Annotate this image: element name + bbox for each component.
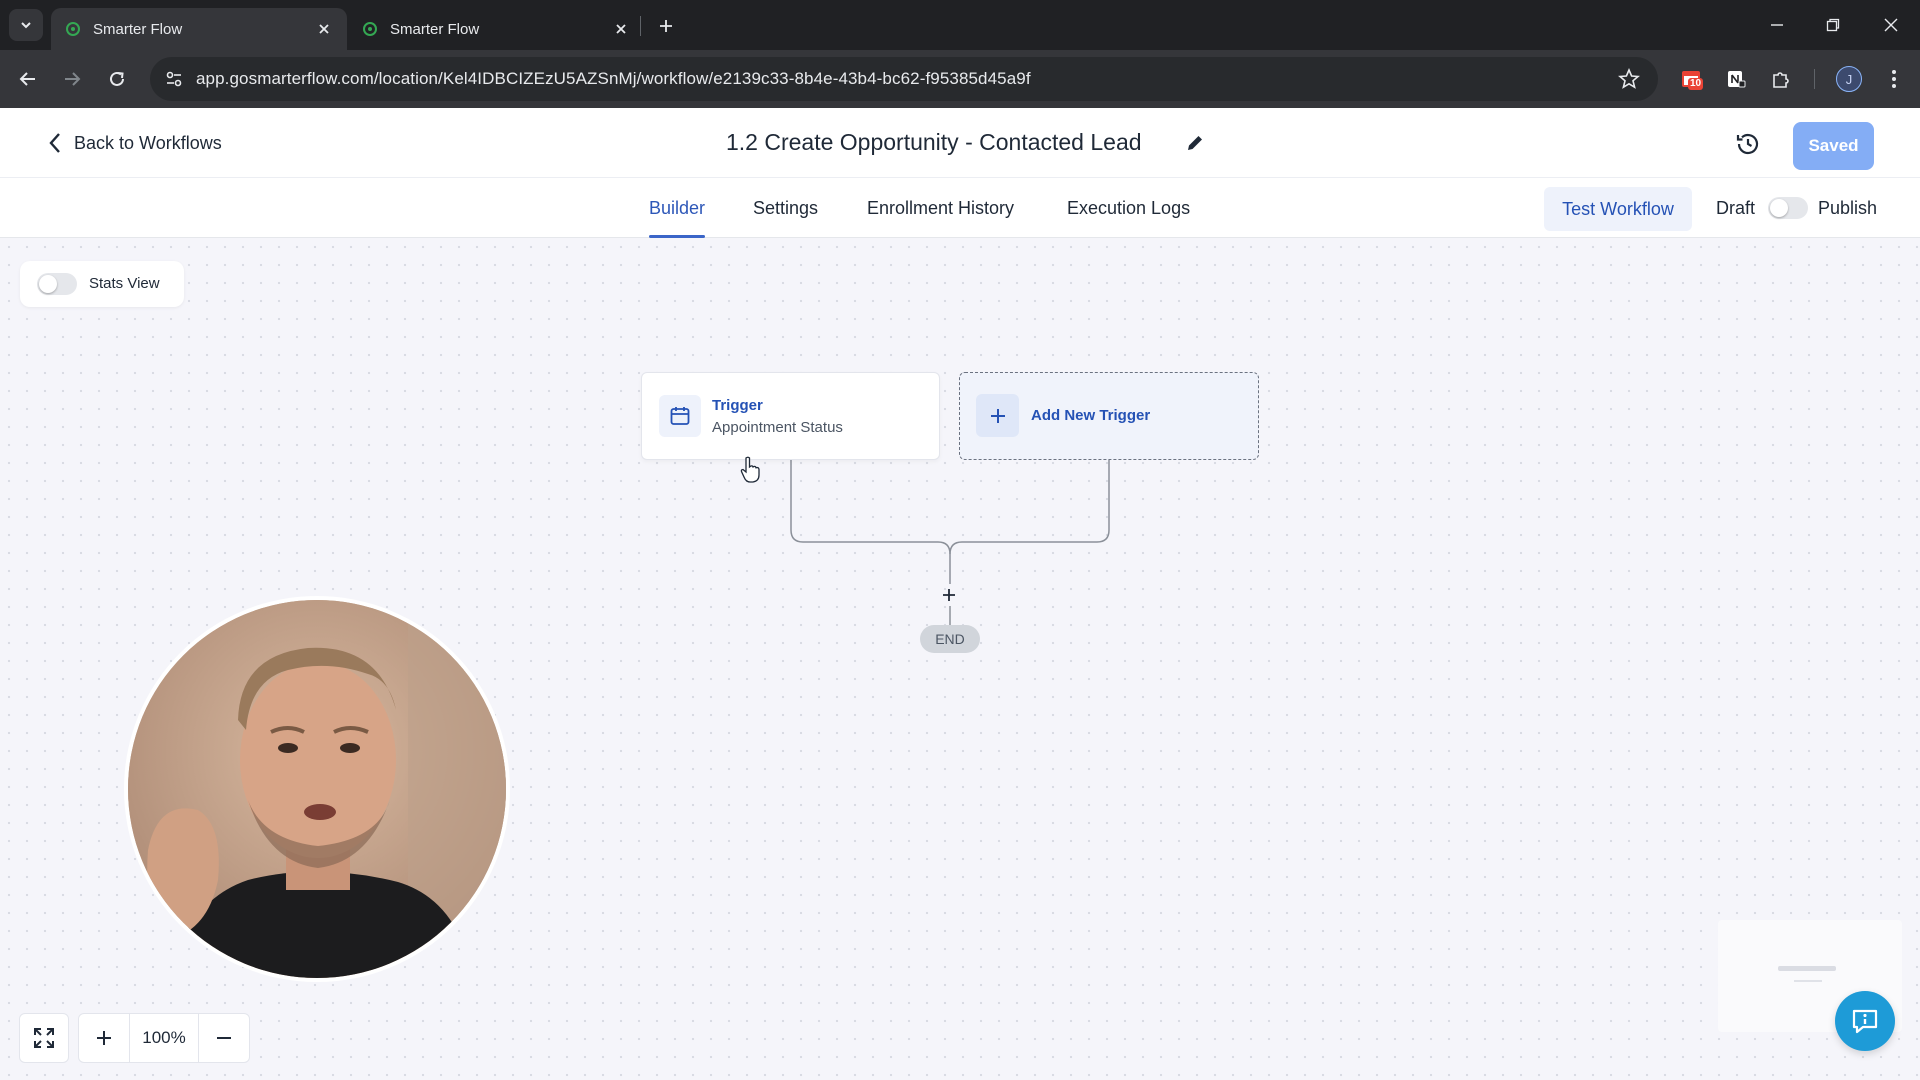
plus-icon bbox=[990, 408, 1005, 423]
omnibox[interactable]: app.gosmarterflow.com/location/Kel4IDBCI… bbox=[150, 57, 1658, 101]
presenter-illustration bbox=[128, 600, 506, 978]
test-workflow-button[interactable]: Test Workflow bbox=[1544, 187, 1692, 231]
tab-divider bbox=[640, 16, 641, 36]
add-icon-box bbox=[976, 394, 1019, 437]
profile-avatar[interactable]: J bbox=[1836, 66, 1862, 92]
help-chat-button[interactable] bbox=[1835, 991, 1895, 1051]
workflow-tabs: Builder Settings Enrollment History Exec… bbox=[0, 178, 1920, 238]
publish-label: Publish bbox=[1818, 198, 1878, 218]
pencil-icon[interactable] bbox=[1184, 132, 1206, 154]
tab-close-icon[interactable] bbox=[612, 20, 630, 38]
new-tab-button[interactable] bbox=[652, 12, 680, 40]
fullscreen-icon bbox=[34, 1028, 54, 1048]
zoom-controls: 100% bbox=[78, 1013, 250, 1063]
end-node: END bbox=[920, 625, 980, 653]
presenter-video bbox=[128, 600, 506, 978]
minimap-node bbox=[1794, 980, 1822, 982]
toggle-knob bbox=[1770, 199, 1788, 217]
browser-address-bar: app.gosmarterflow.com/location/Kel4IDBCI… bbox=[0, 50, 1920, 108]
stats-view-label: Stats View bbox=[89, 275, 160, 292]
publish-toggle[interactable] bbox=[1768, 197, 1808, 219]
site-settings-icon[interactable] bbox=[164, 69, 184, 89]
toolbar-divider bbox=[1814, 69, 1815, 89]
minimap-node bbox=[1778, 966, 1836, 971]
tab-builder[interactable]: Builder bbox=[649, 178, 706, 238]
tab-search-button[interactable] bbox=[9, 9, 43, 41]
url-text: app.gosmarterflow.com/location/Kel4IDBCI… bbox=[196, 69, 1031, 88]
workflow-header: Back to Workflows 1.2 Create Opportunity… bbox=[0, 108, 1920, 178]
back-arrow-icon[interactable] bbox=[12, 63, 44, 95]
webcam-overlay bbox=[124, 596, 510, 982]
smarterflow-favicon-icon bbox=[363, 22, 377, 36]
add-new-trigger-label: Add New Trigger bbox=[1031, 407, 1151, 424]
browser-tab-bar: Smarter Flow Smarter Flow bbox=[0, 0, 1920, 50]
toggle-knob bbox=[39, 275, 57, 293]
chevron-left-icon bbox=[49, 133, 60, 153]
trigger-subtitle: Appointment Status bbox=[712, 419, 843, 436]
zoom-in-button[interactable] bbox=[79, 1014, 129, 1062]
zoom-out-button[interactable] bbox=[199, 1014, 249, 1062]
workflow-title: 1.2 Create Opportunity - Contacted Lead bbox=[726, 129, 1142, 155]
trigger-title: Trigger bbox=[712, 397, 763, 414]
extension-badge: 10 bbox=[1688, 78, 1704, 90]
zoom-level: 100% bbox=[129, 1014, 199, 1062]
tab-close-icon[interactable] bbox=[315, 20, 333, 38]
stats-view-toggle[interactable] bbox=[37, 273, 77, 295]
extension-calendar-icon[interactable]: 10 bbox=[1676, 64, 1706, 94]
browser-tab-active[interactable]: Smarter Flow bbox=[51, 8, 347, 50]
restore-window-icon[interactable] bbox=[1818, 10, 1848, 40]
back-to-workflows-link[interactable]: Back to Workflows bbox=[48, 132, 222, 154]
extensions-puzzle-icon[interactable] bbox=[1766, 64, 1796, 94]
reload-icon[interactable] bbox=[101, 63, 133, 95]
add-action-button[interactable] bbox=[938, 584, 960, 606]
draft-label: Draft bbox=[1716, 198, 1756, 218]
browser-tab-title: Smarter Flow bbox=[93, 20, 183, 38]
stats-view-control: Stats View bbox=[20, 261, 184, 307]
smarterflow-favicon-icon bbox=[66, 22, 80, 36]
workflow-canvas[interactable]: Stats View Trigger Appointment Status Ad… bbox=[0, 238, 1920, 1080]
tab-execution-logs[interactable]: Execution Logs bbox=[1067, 178, 1190, 238]
bookmark-star-icon[interactable] bbox=[1618, 68, 1640, 90]
forward-arrow-icon[interactable] bbox=[56, 63, 88, 95]
tab-settings[interactable]: Settings bbox=[753, 178, 818, 238]
browser-tab-inactive[interactable]: Smarter Flow bbox=[348, 8, 644, 50]
tab-enrollment-history[interactable]: Enrollment History bbox=[867, 178, 1014, 238]
fit-view-button[interactable] bbox=[19, 1013, 69, 1063]
saved-button[interactable]: Saved bbox=[1793, 122, 1874, 170]
minus-icon bbox=[217, 1037, 231, 1039]
plus-icon bbox=[97, 1031, 111, 1045]
back-link-label: Back to Workflows bbox=[74, 132, 222, 153]
history-icon[interactable] bbox=[1734, 130, 1762, 158]
plus-icon bbox=[943, 589, 955, 601]
minimize-window-icon[interactable] bbox=[1762, 10, 1792, 40]
trigger-icon-box bbox=[659, 395, 701, 437]
chat-info-icon bbox=[1852, 1009, 1878, 1034]
browser-menu-icon[interactable] bbox=[1879, 64, 1909, 94]
add-new-trigger-button[interactable]: Add New Trigger bbox=[959, 372, 1259, 460]
browser-tab-title: Smarter Flow bbox=[390, 20, 480, 38]
trigger-node[interactable]: Trigger Appointment Status bbox=[641, 372, 940, 460]
calendar-icon bbox=[670, 407, 690, 425]
hand-pointer-icon bbox=[740, 456, 760, 483]
extension-notion-icon[interactable] bbox=[1721, 64, 1751, 94]
close-window-icon[interactable] bbox=[1876, 10, 1906, 40]
